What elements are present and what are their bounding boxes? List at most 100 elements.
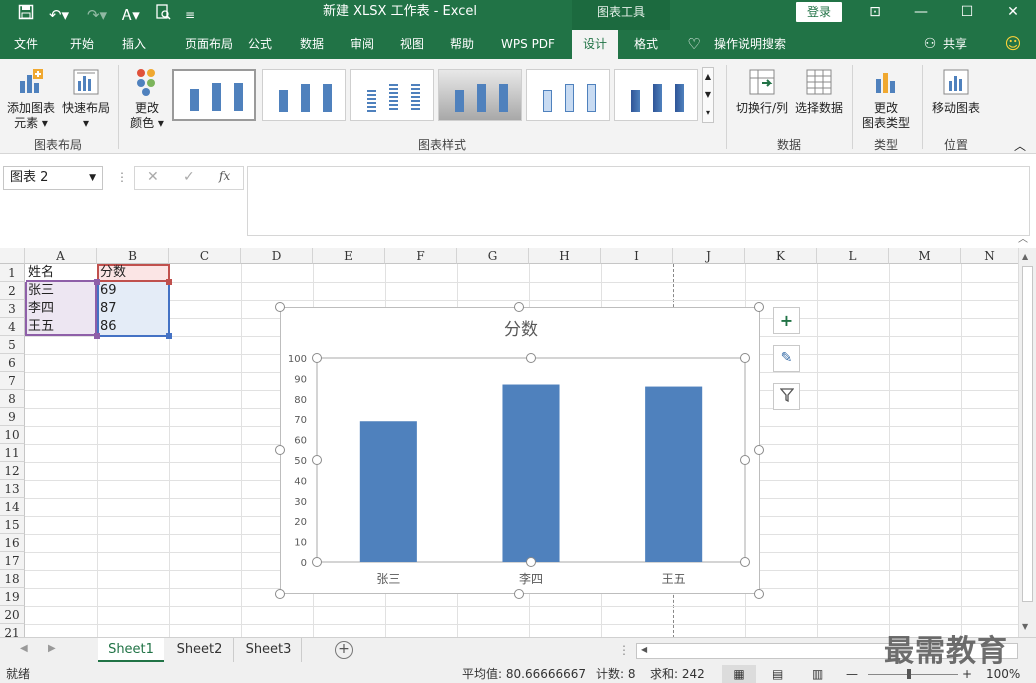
scroll-thumb[interactable] — [1022, 266, 1033, 602]
format-painter-icon[interactable]: Ꭺ▾ — [116, 4, 146, 26]
row-header[interactable]: 9 — [0, 408, 25, 426]
enter-icon[interactable]: ✓ — [183, 169, 195, 185]
row-header[interactable]: 12 — [0, 462, 25, 480]
row-header[interactable]: 2 — [0, 282, 25, 300]
chart-styles-brush-icon[interactable]: ✎ — [773, 345, 800, 372]
switch-row-column-button[interactable]: 切换行/列 — [732, 67, 792, 123]
chart-object[interactable]: 分数 0 10 20 30 40 50 60 70 80 90 100 张三 李四 王五 — [280, 307, 760, 594]
row-header[interactable]: 6 — [0, 354, 25, 372]
page-layout-view-icon[interactable]: ▤ — [772, 665, 783, 683]
tab-home[interactable]: 开始 — [60, 30, 104, 59]
cell-a2[interactable]: 张三 — [25, 282, 54, 300]
row-header[interactable]: 5 — [0, 336, 25, 354]
zoom-slider[interactable] — [868, 674, 958, 675]
range-handle[interactable] — [166, 333, 172, 339]
col-header-k[interactable]: K — [745, 248, 817, 264]
sheet-tab-2[interactable]: Sheet2 — [166, 638, 234, 662]
row-header[interactable]: 15 — [0, 516, 25, 534]
chart-filter-icon[interactable] — [773, 383, 800, 410]
sheet-tab-3[interactable]: Sheet3 — [236, 638, 302, 662]
chart-style-2[interactable] — [262, 69, 346, 121]
row-header[interactable]: 13 — [0, 480, 25, 498]
smiley-icon[interactable]: ☺ — [1002, 30, 1024, 59]
cell-a3[interactable]: 李四 — [25, 300, 54, 318]
redo-icon[interactable]: ↷▾ — [82, 4, 112, 26]
chart-style-3[interactable] — [350, 69, 434, 121]
close-icon[interactable]: ✕ — [990, 0, 1036, 26]
plot-area-handle[interactable] — [526, 557, 536, 567]
row-header[interactable]: 11 — [0, 444, 25, 462]
next-sheet-icon[interactable]: ▶ — [48, 643, 56, 654]
minimize-icon[interactable]: — — [898, 0, 944, 26]
col-header-f[interactable]: F — [385, 248, 457, 264]
tell-me-search[interactable]: 操作说明搜索 — [708, 30, 792, 59]
cell-a4[interactable]: 王五 — [25, 318, 54, 336]
tab-insert[interactable]: 插入 — [112, 30, 156, 59]
undo-icon[interactable]: ↶▾ — [44, 4, 74, 26]
scroll-up-icon[interactable]: ▲ — [1022, 252, 1028, 261]
row-header[interactable]: 19 — [0, 588, 25, 606]
row-header[interactable]: 8 — [0, 390, 25, 408]
row-header[interactable]: 16 — [0, 534, 25, 552]
col-header-b[interactable]: B — [97, 248, 169, 264]
plot-area-handle[interactable] — [526, 353, 536, 363]
insert-function-icon[interactable]: fx — [219, 169, 230, 183]
resize-handle[interactable] — [754, 302, 764, 312]
zoom-out-icon[interactable]: — — [846, 665, 858, 683]
row-header[interactable]: 7 — [0, 372, 25, 390]
add-chart-element-button[interactable]: 添加图表 元素 ▾ — [4, 67, 58, 133]
tab-formulas[interactable]: 公式 — [238, 30, 282, 59]
row-header[interactable]: 4 — [0, 318, 25, 336]
resize-handle[interactable] — [754, 445, 764, 455]
plot-area-handle[interactable] — [740, 455, 750, 465]
col-header-h[interactable]: H — [529, 248, 601, 264]
tab-wps-pdf[interactable]: WPS PDF — [494, 30, 562, 59]
gallery-scroll[interactable]: ▲ ▼ ▾ — [702, 67, 714, 123]
col-header-e[interactable]: E — [313, 248, 385, 264]
tab-view[interactable]: 视图 — [390, 30, 434, 59]
plot-area-handle[interactable] — [312, 557, 322, 567]
col-header-n[interactable]: N — [961, 248, 1019, 264]
tab-data[interactable]: 数据 — [290, 30, 334, 59]
prev-sheet-icon[interactable]: ◀ — [20, 643, 28, 654]
row-header[interactable]: 3 — [0, 300, 25, 318]
row-header[interactable]: 17 — [0, 552, 25, 570]
tab-file[interactable]: 文件 — [6, 30, 46, 59]
save-icon[interactable] — [14, 4, 38, 26]
tab-format[interactable]: 格式 — [624, 30, 668, 59]
change-colors-button[interactable]: 更改 颜色 ▾ — [124, 67, 170, 133]
cell-b4[interactable]: 86 — [97, 318, 117, 336]
add-sheet-icon[interactable]: + — [335, 641, 353, 659]
resize-handle[interactable] — [275, 445, 285, 455]
quick-layout-button[interactable]: 快速布局 ▾ — [58, 67, 114, 133]
cancel-icon[interactable]: ✕ — [147, 169, 159, 185]
normal-view-icon[interactable]: ▦ — [722, 665, 756, 683]
cell-b3[interactable]: 87 — [97, 300, 117, 318]
chart-style-5[interactable] — [526, 69, 610, 121]
resize-handle[interactable] — [514, 302, 524, 312]
customize-qat-icon[interactable]: ≡ — [182, 4, 198, 26]
formula-input[interactable] — [247, 166, 1030, 236]
scroll-down-icon[interactable]: ▼ — [1022, 622, 1028, 631]
plot-area-handle[interactable] — [740, 557, 750, 567]
resize-handle[interactable] — [275, 302, 285, 312]
cell-b2[interactable]: 69 — [97, 282, 117, 300]
tab-design[interactable]: 设计 — [572, 30, 618, 59]
col-header-d[interactable]: D — [241, 248, 313, 264]
select-all-corner[interactable] — [0, 248, 25, 264]
row-header[interactable]: 21 — [0, 624, 25, 638]
page-break-view-icon[interactable]: ▥ — [812, 665, 823, 683]
change-chart-type-button[interactable]: 更改 图表类型 — [858, 67, 914, 133]
login-button[interactable]: 登录 — [796, 2, 842, 22]
col-header-c[interactable]: C — [169, 248, 241, 264]
name-box[interactable]: 图表 2 ▼ — [3, 166, 103, 190]
share-button[interactable]: 共享 — [940, 30, 970, 59]
expand-formula-icon[interactable]: ︿ — [1018, 230, 1028, 245]
chart-style-4[interactable] — [438, 69, 522, 121]
col-header-g[interactable]: G — [457, 248, 529, 264]
move-chart-button[interactable]: 移动图表 — [928, 67, 984, 123]
row-header[interactable]: 14 — [0, 498, 25, 516]
tab-review[interactable]: 审阅 — [340, 30, 384, 59]
cell-b1[interactable]: 分数 — [97, 264, 126, 282]
plot-area-handle[interactable] — [312, 353, 322, 363]
